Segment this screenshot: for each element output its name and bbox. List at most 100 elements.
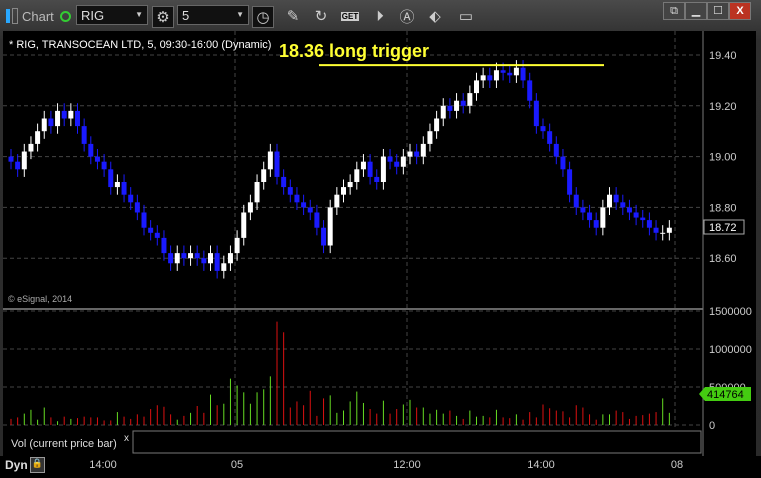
- last-volume: 414764: [707, 389, 744, 401]
- candle-body: [88, 143, 94, 157]
- candle-body: [8, 156, 14, 162]
- candle-body: [587, 212, 593, 221]
- candle-body: [161, 237, 167, 254]
- candle-body: [493, 70, 499, 81]
- play-icon[interactable]: ⏵: [370, 6, 390, 26]
- symbol-input[interactable]: RIG ▼: [76, 5, 148, 25]
- dyn-label: Dyn: [5, 458, 28, 472]
- candle-body: [633, 212, 639, 218]
- candle-body: [360, 161, 366, 170]
- candle-body: [653, 227, 659, 233]
- candle-body: [75, 110, 80, 127]
- candle-body: [400, 156, 406, 167]
- price-candles: [8, 60, 672, 279]
- price-tick-label: 19.40: [709, 50, 737, 62]
- volume-tick-label: 1000000: [709, 344, 752, 356]
- candle-body: [613, 194, 619, 203]
- candle-body: [294, 194, 300, 203]
- comment-icon[interactable]: ▭: [456, 6, 476, 26]
- link-chain-icon[interactable]: ⬖: [425, 6, 445, 26]
- candle-body: [394, 161, 400, 167]
- candle-body: [347, 182, 353, 188]
- candle-body: [547, 131, 553, 144]
- vol-close-button[interactable]: x: [124, 433, 129, 444]
- candle-body: [580, 207, 586, 213]
- candle-body: [513, 67, 519, 76]
- status-dot-icon: [59, 10, 71, 22]
- candle-body: [181, 253, 187, 259]
- candle-body: [321, 227, 327, 246]
- candle-body: [148, 227, 154, 233]
- alert-icon[interactable]: Ⓐ: [397, 6, 417, 26]
- candle-body: [274, 151, 280, 177]
- chevron-down-icon: ▼: [135, 10, 143, 19]
- candle-body: [626, 207, 632, 213]
- candle-body: [593, 220, 599, 228]
- settings-gear-icon[interactable]: ⚙: [152, 6, 174, 28]
- candle-body: [241, 212, 247, 238]
- candle-body: [666, 227, 672, 233]
- candle-body: [640, 217, 646, 221]
- candle-body: [560, 156, 566, 170]
- candle-body: [533, 100, 539, 127]
- lock-icon[interactable]: 🔒: [30, 457, 45, 473]
- candle-body: [314, 212, 320, 228]
- chart-window: Chart RIG ▼ ⚙ 5 ▼ ◷ ✎ ↻ GET ⏵ Ⓐ ⬖ ▭ ⧉ ▁ ☐ …: [0, 0, 761, 478]
- time-label: 05: [230, 459, 244, 471]
- chevron-down-icon: ▼: [236, 10, 244, 19]
- chart-area[interactable]: * RIG, TRANSOCEAN LTD, 5, 09:30-16:00 (D…: [3, 31, 756, 456]
- pencil-icon[interactable]: ✎: [283, 6, 303, 26]
- candle-body: [188, 253, 194, 259]
- candle-body: [247, 202, 253, 213]
- candle-body: [68, 110, 74, 119]
- candle-body: [454, 100, 460, 111]
- minimize-button[interactable]: ▁: [685, 2, 707, 20]
- candle-body: [374, 176, 380, 182]
- candle-body: [81, 126, 87, 144]
- candle-body: [254, 182, 260, 203]
- price-tick-label: 19.20: [709, 101, 737, 113]
- volume-tick-label: 0: [709, 420, 715, 432]
- candle-body: [174, 253, 180, 264]
- candle-body: [267, 151, 273, 170]
- candle-body: [573, 194, 579, 208]
- maximize-button[interactable]: ☐: [707, 2, 729, 20]
- candle-body: [380, 156, 386, 182]
- candle-body: [480, 75, 486, 81]
- candle-body: [474, 80, 479, 94]
- interval-value: 5: [182, 7, 190, 23]
- candle-body: [114, 182, 120, 188]
- volume-bars: [10, 321, 670, 425]
- candle-body: [128, 194, 134, 203]
- get-data-button[interactable]: GET: [340, 6, 360, 26]
- get-label: GET: [340, 11, 360, 21]
- volume-axis[interactable]: 150000010000005000000: [709, 306, 752, 432]
- grid-lines: [3, 31, 703, 429]
- candle-body: [420, 143, 426, 157]
- candle-body: [646, 220, 652, 228]
- clock-icon[interactable]: ◷: [252, 6, 274, 28]
- time-axis[interactable]: Dyn 🔒 14:00 05 12:00 14:00 08: [0, 456, 761, 478]
- time-label: 14:00: [527, 459, 555, 471]
- candle-body: [500, 70, 506, 73]
- candle-body: [208, 253, 213, 264]
- symbol-value: RIG: [81, 7, 105, 23]
- refresh-icon[interactable]: ↻: [311, 6, 331, 26]
- candle-body: [28, 143, 34, 152]
- link-icon[interactable]: [6, 9, 10, 23]
- candle-body: [660, 232, 666, 234]
- close-button[interactable]: X: [729, 2, 751, 20]
- candle-body: [434, 118, 440, 132]
- candle-body: [55, 110, 61, 127]
- candle-body: [334, 194, 340, 208]
- vol-legend-box: [132, 430, 702, 454]
- candle-body: [367, 161, 373, 177]
- interval-input[interactable]: 5 ▼: [177, 5, 249, 25]
- candle-body: [94, 156, 100, 162]
- copyright: © eSignal, 2014: [8, 294, 72, 304]
- candle-body: [201, 258, 207, 264]
- restore-button[interactable]: ⧉: [663, 2, 685, 20]
- candle-body: [467, 93, 473, 106]
- candle-body: [354, 169, 360, 182]
- candle-body: [427, 131, 433, 144]
